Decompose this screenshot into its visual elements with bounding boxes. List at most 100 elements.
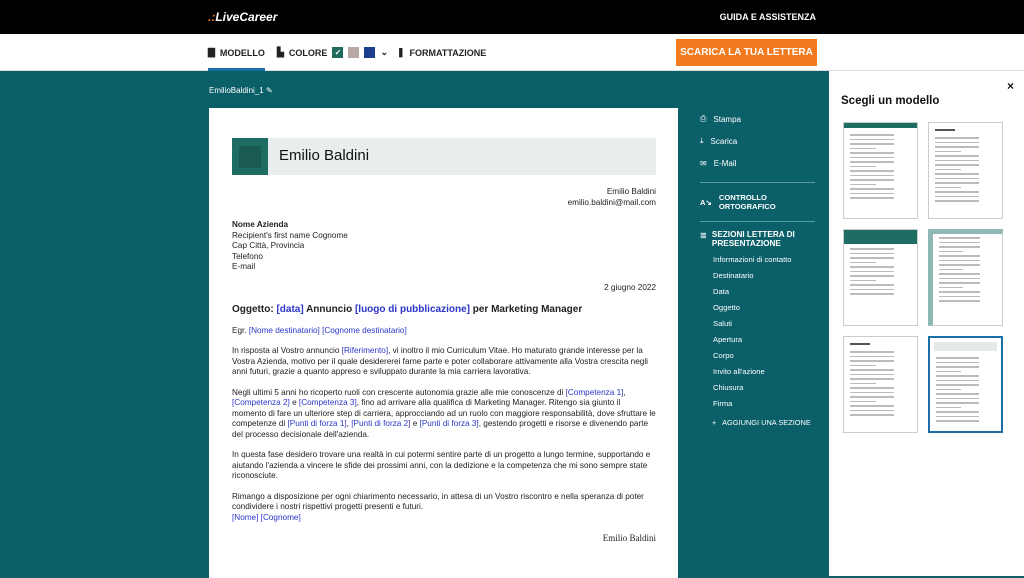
thumb-line — [939, 286, 964, 288]
template-panel-title: Scegli un modello — [841, 95, 940, 107]
file-name[interactable]: EmilioBaldini_1 ✎ — [209, 86, 273, 95]
sender-info: Emilio Baldini emilio.baldini@mail.com — [232, 187, 656, 208]
close-icon[interactable]: × — [1007, 79, 1014, 93]
template-thumbnail[interactable] — [928, 122, 1003, 219]
thumb-line — [850, 387, 894, 389]
thumb-line — [939, 264, 981, 266]
download-letter-button[interactable]: SCARICA LA TUA LETTERA — [676, 39, 817, 66]
pencil-icon[interactable]: ✎ — [266, 86, 273, 95]
thumb-line — [935, 137, 979, 139]
thumb-line — [936, 397, 979, 399]
placeholder-field[interactable]: [luogo di pubblicazione] — [355, 304, 470, 315]
section-item[interactable]: Corpo — [700, 348, 815, 364]
color-swatch-selected[interactable]: ✓ — [332, 47, 344, 58]
placeholder-field[interactable]: [Nome destinatario] [Cognome destinatari… — [249, 326, 407, 335]
recipient-line: Telefono — [232, 251, 263, 261]
template-thumbnail[interactable] — [843, 229, 918, 326]
thumb-header — [850, 343, 870, 345]
chevron-down-icon[interactable]: ⌄ — [380, 47, 388, 58]
text-segment: Negli ultimi 5 anni ho ricoperto ruoli c… — [232, 387, 566, 397]
thumb-line — [935, 186, 961, 188]
add-section-button[interactable]: + AGGIUNGI UNA SEZIONE — [700, 415, 815, 431]
thumb-line — [939, 300, 981, 302]
recipient-line: E-mail — [232, 262, 256, 271]
letter-header: Emilio Baldini — [232, 138, 656, 175]
thumb-line — [935, 146, 979, 148]
plus-icon: + — [712, 418, 717, 427]
section-item[interactable]: Oggetto — [700, 300, 815, 316]
thumb-line — [939, 250, 964, 252]
thumb-line — [850, 355, 894, 357]
thumb-line — [850, 170, 894, 172]
action-stampa[interactable]: ⎙ Stampa — [700, 108, 815, 130]
text-segment: In questa fase desidero trovare una real… — [232, 450, 651, 480]
thumb-line — [850, 143, 894, 145]
thumb-line — [935, 150, 961, 152]
section-item[interactable]: Invito all'azione — [700, 364, 815, 380]
section-item[interactable]: Chiusura — [700, 380, 815, 396]
thumb-line — [939, 277, 981, 279]
tab-formattazione[interactable]: ❚ FORMATTAZIONE — [397, 47, 486, 58]
tab-colore[interactable]: ▙ COLORE ✓ ⌄ — [277, 47, 388, 58]
thumb-line — [850, 293, 894, 295]
color-swatch[interactable] — [364, 47, 376, 58]
section-item[interactable]: Informazioni di contatto — [700, 252, 815, 268]
thumb-line — [935, 155, 979, 157]
text-segment: Oggetto: — [232, 304, 277, 315]
thumb-line — [935, 173, 979, 175]
letter-document[interactable]: Emilio Baldini Emilio Baldini emilio.bald… — [209, 108, 678, 578]
thumb-line — [936, 379, 979, 381]
thumb-line — [850, 279, 876, 281]
thumb-line — [850, 156, 894, 158]
section-item[interactable]: Apertura — [700, 332, 815, 348]
template-thumbnail[interactable] — [843, 122, 918, 219]
section-item[interactable]: Firma — [700, 396, 815, 412]
thumb-line — [850, 188, 894, 190]
thumb-line — [850, 351, 894, 353]
placeholder-field[interactable]: [Competenza 2] — [232, 398, 290, 407]
toolbar: ▇ MODELLO ▙ COLORE ✓ ⌄ ❚ FORMATTAZIONE SCAR… — [0, 34, 1024, 71]
placeholder-field[interactable]: [Competenza 1] — [566, 388, 624, 397]
placeholder-field[interactable]: [Riferimento] — [342, 346, 388, 355]
thumb-line — [935, 191, 979, 193]
section-item[interactable]: Data — [700, 284, 815, 300]
livecareer-logo[interactable]: .:LiveCareer — [208, 10, 277, 24]
color-swatch[interactable] — [348, 47, 360, 58]
thumb-line — [939, 268, 964, 270]
placeholder-field[interactable]: [Punti di forza 3] — [420, 419, 479, 428]
text-segment: e — [410, 419, 420, 428]
thumb-line — [850, 266, 894, 268]
thumb-line — [936, 388, 961, 390]
download-icon: ⤓ — [700, 136, 704, 145]
section-item[interactable]: Saluti — [700, 316, 815, 332]
printer-icon: ⎙ — [700, 114, 707, 123]
thumb-line — [936, 415, 979, 417]
placeholder-field[interactable]: [data] — [276, 304, 303, 315]
header-logo-block — [232, 138, 268, 175]
action-scarica[interactable]: ⤓ Scarica — [700, 130, 815, 152]
text-segment: Annuncio — [303, 304, 355, 315]
placeholder-field[interactable]: [Punti di forza 2] — [351, 419, 410, 428]
placeholder-field[interactable]: [Nome] [Cognome] — [232, 513, 301, 522]
thumb-line — [850, 174, 894, 176]
letter-name: Emilio Baldini — [279, 147, 370, 165]
tab-modello[interactable]: ▇ MODELLO — [208, 47, 265, 71]
spell-check-icon: A↘ — [700, 197, 712, 207]
placeholder-field[interactable]: [Competenza 3] — [299, 398, 357, 407]
action-email[interactable]: ✉ E-Mail — [700, 152, 815, 174]
thumb-line — [935, 200, 979, 202]
template-thumbnail[interactable] — [928, 229, 1003, 326]
thumb-line — [850, 179, 894, 181]
thumb-line — [939, 273, 981, 275]
thumb-line — [850, 405, 894, 407]
placeholder-field[interactable]: [Punti di forza 1] — [288, 419, 347, 428]
thumb-line — [935, 195, 979, 197]
section-item[interactable]: Destinatario — [700, 268, 815, 284]
template-thumbnail[interactable] — [928, 336, 1003, 433]
thumb-line — [939, 282, 981, 284]
template-thumbnail[interactable] — [843, 336, 918, 433]
letter-greeting: Egr. [Nome destinatario] [Cognome destin… — [232, 326, 656, 337]
help-link[interactable]: GUIDA E ASSISTENZA — [720, 12, 816, 22]
top-bar: .:LiveCareer GUIDA E ASSISTENZA — [0, 0, 1024, 34]
spell-check-button[interactable]: A↘ CONTROLLO ORTOGRAFICO — [700, 191, 815, 213]
